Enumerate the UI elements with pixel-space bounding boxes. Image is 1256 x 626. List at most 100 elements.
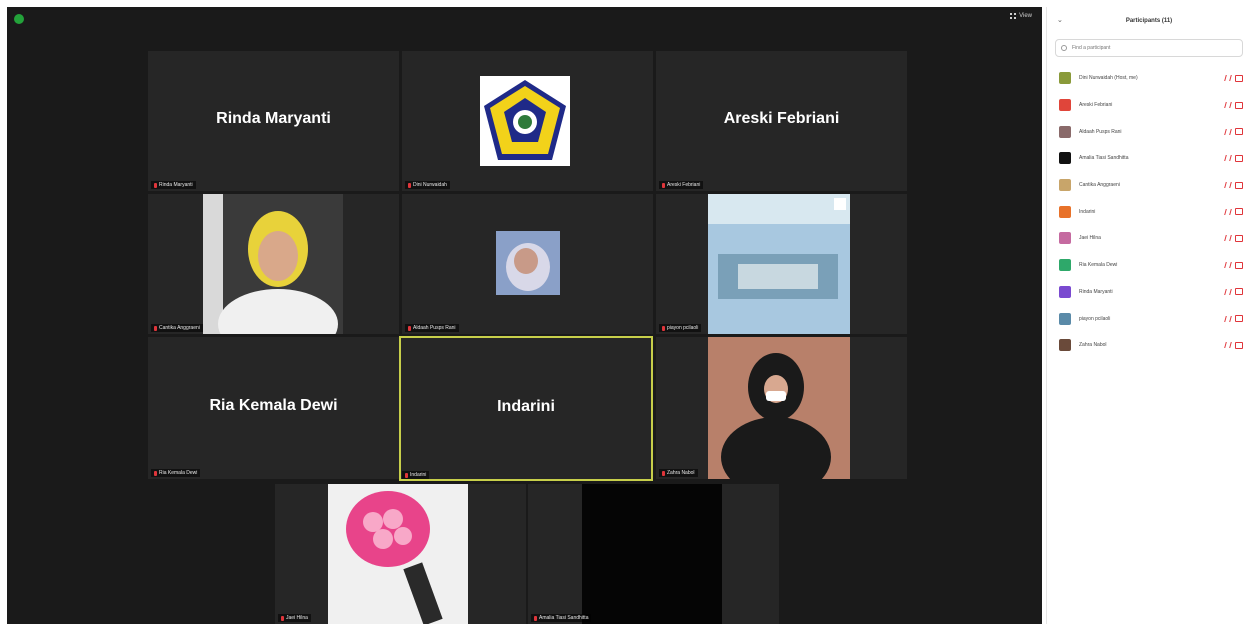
participant-status-icons bbox=[1224, 315, 1243, 323]
participant-search-input[interactable] bbox=[1070, 44, 1224, 52]
muted-mic-icon bbox=[154, 470, 157, 476]
participant-name: Indarini bbox=[1079, 208, 1096, 215]
participant-video-image bbox=[203, 194, 343, 334]
muted-mic-icon[interactable] bbox=[1224, 75, 1232, 82]
muted-mic-icon bbox=[154, 182, 157, 188]
participant-video-image bbox=[708, 194, 850, 334]
muted-mic-icon[interactable] bbox=[1224, 182, 1232, 189]
muted-mic-icon[interactable] bbox=[1224, 155, 1232, 162]
participant-row[interactable]: piayon pcilaoli bbox=[1047, 305, 1251, 332]
participant-status-icons bbox=[1224, 234, 1243, 242]
participant-name: Areski Febriani bbox=[1079, 102, 1113, 109]
video-tile-indarini-active-speaker[interactable]: Indarini Indarini bbox=[399, 336, 653, 481]
video-off-icon[interactable] bbox=[1235, 154, 1243, 162]
muted-mic-icon bbox=[662, 182, 665, 188]
participant-row[interactable]: Jaei Hilna bbox=[1047, 225, 1251, 252]
muted-mic-icon bbox=[408, 182, 411, 188]
muted-mic-icon[interactable] bbox=[1224, 342, 1232, 349]
video-tile-ria[interactable]: Ria Kemala Dewi Ria Kemala Dewi bbox=[148, 337, 399, 479]
tile-label-text: Jaei Hilna bbox=[286, 615, 308, 621]
tile-name-label: Amalia Tiasi Sandhitta bbox=[531, 614, 592, 622]
participants-panel: ⌄ Participants (11) Dini Nurwaidah (Host… bbox=[1046, 7, 1251, 624]
muted-mic-icon[interactable] bbox=[1224, 102, 1232, 109]
video-off-icon[interactable] bbox=[1235, 101, 1243, 109]
participant-status-icons bbox=[1224, 341, 1243, 349]
collapse-panel-icon[interactable]: ⌄ bbox=[1057, 16, 1063, 24]
participant-name: Dini Nurwaidah (Host, me) bbox=[1079, 75, 1138, 82]
video-off-icon[interactable] bbox=[1235, 234, 1243, 242]
participant-status-icons bbox=[1224, 208, 1243, 216]
participant-name: Cantika Anggraeni bbox=[1079, 182, 1120, 189]
tile-label-text: Ria Kemala Dewi bbox=[159, 470, 198, 476]
video-off-icon[interactable] bbox=[1235, 341, 1243, 349]
tile-label-text: Rinda Maryanti bbox=[159, 182, 193, 188]
tile-label-text: Indarini bbox=[410, 472, 427, 478]
video-tile-zahra[interactable]: Zahra Nabol bbox=[656, 337, 907, 479]
participant-row[interactable]: Cantika Anggraeni bbox=[1047, 172, 1251, 199]
participant-name: Jaei Hilna bbox=[1079, 235, 1101, 242]
participant-status-icons bbox=[1224, 181, 1243, 189]
view-label: View bbox=[1019, 13, 1032, 19]
video-off-icon[interactable] bbox=[1235, 181, 1243, 189]
participant-avatar bbox=[1059, 179, 1071, 192]
tile-name-label: Cantika Anggraeni bbox=[151, 324, 203, 332]
tile-name-label: Indarini bbox=[402, 471, 430, 479]
muted-mic-icon[interactable] bbox=[1224, 235, 1232, 242]
participant-avatar bbox=[1059, 312, 1071, 325]
participant-row[interactable]: Aldaah Pusps Rani bbox=[1047, 118, 1251, 145]
participant-name: Rinda Maryanti bbox=[1079, 288, 1113, 295]
muted-mic-icon bbox=[534, 615, 537, 621]
video-tile-jaei[interactable]: Jaei Hilna bbox=[275, 484, 526, 624]
participant-name: piayon pcilaoli bbox=[1079, 315, 1111, 322]
video-tile-areski[interactable]: Areski Febriani Areski Febriani bbox=[656, 51, 907, 191]
participant-row[interactable]: Indarini bbox=[1047, 198, 1251, 225]
muted-mic-icon[interactable] bbox=[1224, 288, 1232, 295]
video-off-icon[interactable] bbox=[1235, 261, 1243, 269]
muted-mic-icon bbox=[405, 472, 408, 478]
video-off-icon[interactable] bbox=[1235, 128, 1243, 136]
video-tile-cantika[interactable]: Cantika Anggraeni bbox=[148, 194, 399, 334]
muted-mic-icon[interactable] bbox=[1224, 128, 1232, 135]
video-off-icon[interactable] bbox=[1235, 208, 1243, 216]
tile-label-text: piayon pcilaoli bbox=[667, 325, 699, 331]
tile-name-label: Rinda Maryanti bbox=[151, 181, 196, 189]
participant-avatar bbox=[1059, 259, 1071, 272]
participant-status-icons bbox=[1224, 128, 1243, 136]
security-shield-icon[interactable] bbox=[14, 14, 24, 24]
participant-status-icons bbox=[1224, 288, 1243, 296]
tile-name-label: Areski Febriani bbox=[659, 181, 704, 189]
participant-row[interactable]: Amalia Tiasi Sandhitta bbox=[1047, 145, 1251, 172]
view-button[interactable]: View bbox=[1010, 13, 1032, 19]
participant-avatar-image bbox=[496, 231, 560, 295]
video-tile-rinda[interactable]: Rinda Maryanti Rinda Maryanti bbox=[148, 51, 399, 191]
video-off-icon[interactable] bbox=[1235, 288, 1243, 296]
participants-header: ⌄ Participants (11) bbox=[1047, 7, 1251, 35]
participant-name: Areski Febriani bbox=[723, 110, 840, 128]
muted-mic-icon[interactable] bbox=[1224, 208, 1232, 215]
participant-search[interactable] bbox=[1055, 39, 1243, 57]
muted-mic-icon bbox=[154, 325, 157, 331]
tile-name-label: Zahra Nabol bbox=[659, 469, 698, 477]
participant-row[interactable]: Dini Nurwaidah (Host, me) bbox=[1047, 65, 1251, 92]
participants-title: Participants (11) bbox=[1125, 18, 1173, 24]
video-tile-dini[interactable]: Dini Nurwaidah bbox=[402, 51, 653, 191]
participant-avatar bbox=[1059, 125, 1071, 138]
participant-row[interactable]: Ria Kemala Dewi bbox=[1047, 252, 1251, 279]
video-tile-amalia[interactable]: Amalia Tiasi Sandhitta bbox=[528, 484, 779, 624]
muted-mic-icon bbox=[662, 470, 665, 476]
video-tile-piayon[interactable]: piayon pcilaoli bbox=[656, 194, 907, 334]
video-off-icon[interactable] bbox=[1235, 315, 1243, 323]
muted-mic-icon[interactable] bbox=[1224, 262, 1232, 269]
tile-name-label: Ria Kemala Dewi bbox=[151, 469, 201, 477]
participant-row[interactable]: Rinda Maryanti bbox=[1047, 279, 1251, 306]
participant-video-image bbox=[328, 484, 468, 624]
participant-row[interactable]: Areski Febriani bbox=[1047, 92, 1251, 119]
tile-name-label: piayon pcilaoli bbox=[659, 324, 702, 332]
participant-avatar bbox=[1059, 339, 1071, 352]
muted-mic-icon bbox=[408, 325, 411, 331]
video-off-icon[interactable] bbox=[1235, 74, 1243, 82]
muted-mic-icon[interactable] bbox=[1224, 315, 1232, 322]
video-tile-aldaah[interactable]: Aldaah Pusps Rani bbox=[402, 194, 653, 334]
participant-row[interactable]: Zahra Nabol bbox=[1047, 332, 1251, 359]
participant-status-icons bbox=[1224, 154, 1243, 162]
